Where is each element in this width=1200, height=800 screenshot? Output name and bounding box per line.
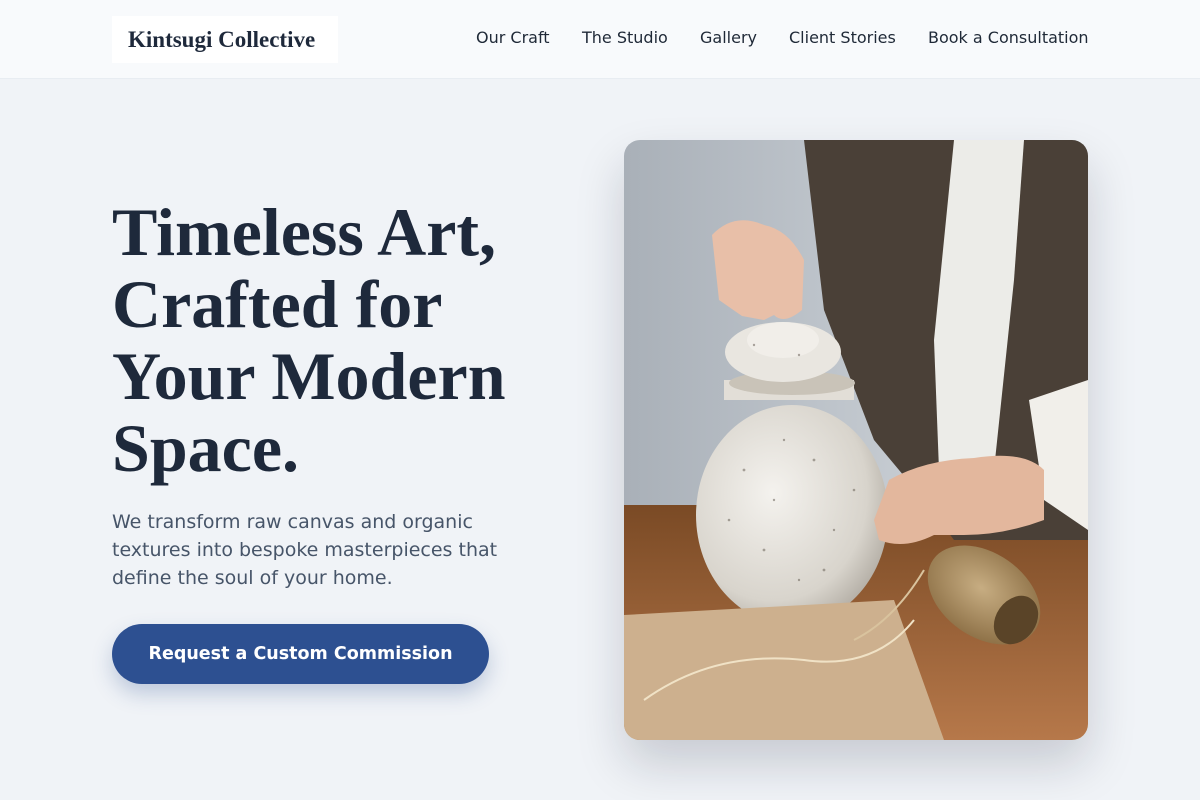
hero-image bbox=[624, 140, 1088, 740]
hero-title-line: Timeless Art, bbox=[112, 194, 497, 270]
request-commission-button[interactable]: Request a Custom Commission bbox=[112, 624, 489, 684]
hero-subtitle-line: We transform raw canvas and organic bbox=[112, 511, 473, 533]
main-nav: Our Craft The Studio Gallery Client Stor… bbox=[0, 0, 1200, 79]
nav-the-studio[interactable]: The Studio bbox=[582, 28, 668, 48]
ceramic-jar-photo bbox=[624, 140, 1088, 740]
hero-subtitle: We transform raw canvas and organic text… bbox=[112, 508, 552, 592]
hero-subtitle-line: textures into bespoke masterpieces that bbox=[112, 539, 498, 561]
site-header: Kintsugi Collective Our Craft The Studio… bbox=[0, 0, 1200, 79]
nav-our-craft[interactable]: Our Craft bbox=[476, 28, 550, 48]
hero-title-line: Space. bbox=[112, 410, 299, 486]
nav-book-consultation[interactable]: Book a Consultation bbox=[928, 28, 1089, 48]
hero-title-line: Your Modern bbox=[112, 338, 506, 414]
nav-gallery[interactable]: Gallery bbox=[700, 28, 757, 48]
nav-client-stories[interactable]: Client Stories bbox=[789, 28, 896, 48]
hero-title: Timeless Art, Crafted for Your Modern Sp… bbox=[112, 196, 582, 484]
hero-subtitle-line: define the soul of your home. bbox=[112, 567, 393, 589]
hero-title-line: Crafted for bbox=[112, 266, 443, 342]
